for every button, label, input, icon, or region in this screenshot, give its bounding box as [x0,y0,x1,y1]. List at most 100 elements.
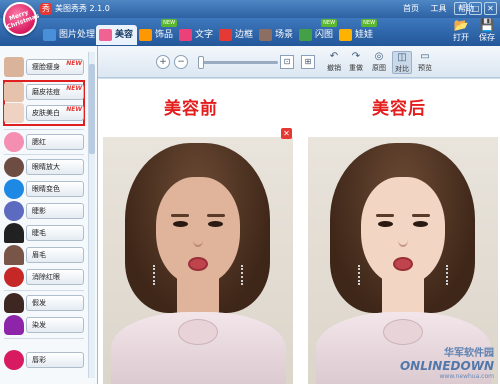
redo-button[interactable]: ↷ 重做 [346,51,366,73]
sidebar-item-label: 皮肤美白 [32,109,60,117]
folder-icon: 📂 [453,18,469,32]
divider [4,129,84,130]
zoom-out-button[interactable]: − [174,55,188,69]
close-button[interactable]: ✕ [484,2,497,15]
sidebar-item-red-eye[interactable]: 消除红眼 [4,267,84,287]
tab-label: 饰品 [155,30,174,40]
sidebar-button[interactable]: 睫影 [26,203,84,219]
actual-size-button[interactable]: ⊞ [301,55,315,69]
compare-label: 对比 [395,65,409,73]
mouth [188,257,208,271]
new-tag: NEW [66,106,82,113]
maximize-button[interactable]: □ [469,2,482,15]
tab-frame[interactable]: 边框 [216,25,257,45]
menu-home[interactable]: 首页 [403,4,419,13]
hair-dye-icon [4,315,24,335]
preview-button[interactable]: ▭ 预览 [415,51,435,73]
divider [4,154,84,155]
watermark-en: ONLINEDOWN [399,359,494,373]
open-button[interactable]: 📂 打开 [448,18,474,43]
undo-label: 撤销 [327,64,341,72]
eye-color-icon [4,179,24,199]
sidebar-item-hair-dye[interactable]: 染发 [4,315,84,335]
tab-beauty[interactable]: 美容 [96,25,138,45]
window-controls: – □ ✕ [452,2,497,15]
sidebar-button[interactable]: 睫毛 [26,225,84,241]
close-compare-button[interactable]: ✕ [281,128,292,139]
sidebar-item-label: 睫毛 [32,229,46,237]
tab-accessories[interactable]: 饰品 NEW [136,19,178,45]
sidebar-item-label: 消除红眼 [32,273,60,281]
sidebar-item-label: 磨皮祛痘 [32,88,60,96]
sidebar-item-eyebrow[interactable]: 眉毛 [4,245,84,265]
sidebar-button[interactable]: 假发 [26,295,84,311]
sidebar-item-smooth-skin[interactable]: 磨皮祛痘 NEW [4,82,84,102]
lip-gloss-icon [4,350,24,370]
image-toolbar: + − ⊡ ⊞ ↶ 撤销 ↷ 重做 ◎ 原图 ◫ 对比 ▭ 预览 [98,46,500,78]
sidebar-button[interactable]: 腮红 [26,134,84,150]
sidebar-button[interactable]: 消除红眼 [26,269,84,285]
preview-label: 预览 [418,64,432,72]
zoom-in-button[interactable]: + [156,55,170,69]
tab-image-processing[interactable]: 图片处理 [40,25,99,45]
earring [358,265,363,285]
earring [446,265,451,285]
sidebar-item-lip-gloss[interactable]: 唇彩 [4,350,84,370]
earring [153,265,158,285]
save-icon: 💾 [479,18,495,32]
tab-flash[interactable]: 闪图 NEW [296,19,338,45]
eye-enlarge-icon [4,157,24,177]
sidebar-scrollbar[interactable] [88,52,95,378]
sidebar-item-label: 睫影 [32,207,46,215]
image-processing-icon [43,29,56,41]
sidebar-item-eye-color[interactable]: 眼睛变色 [4,179,84,199]
save-label: 保存 [479,33,495,42]
eye [173,221,188,227]
undo-button[interactable]: ↶ 撤销 [324,51,344,73]
zoom-slider[interactable] [200,61,278,64]
sidebar-item-eyelash[interactable]: 睫毛 [4,223,84,243]
app-title: 美图秀秀 2.1.0 [55,4,110,13]
minimize-button[interactable]: – [454,2,467,15]
original-button[interactable]: ◎ 原图 [369,51,389,73]
eyebrow [376,214,394,217]
save-button[interactable]: 💾 保存 [474,18,500,43]
sidebar-button[interactable]: 眼睛变色 [26,181,84,197]
scrollbar-thumb[interactable] [89,64,95,154]
sidebar-item-blush[interactable]: 腮红 [4,132,84,152]
compare-button[interactable]: ◫ 对比 [392,51,412,74]
nose [398,233,408,247]
smooth-skin-icon [4,82,24,102]
sidebar-button[interactable]: 眉毛 [26,247,84,263]
doll-icon [339,29,352,41]
sidebar-button[interactable]: 唇彩 [26,352,84,368]
preview-icon: ▭ [420,51,430,62]
watermark-url: www.newhua.com [439,373,494,380]
eyebrow [171,214,189,217]
accessories-icon [139,29,152,41]
undo-icon: ↶ [329,51,339,62]
compare-canvas: 美容前 美容后 ✕ 华军软件园 ONLINEDOWN www.newhua.co… [98,79,500,384]
tab-scene[interactable]: 场景 [256,25,297,45]
eyebrow [412,214,430,217]
new-tag: NEW [66,60,82,67]
menu-tools[interactable]: 工具 [431,4,447,13]
sidebar-item-eye-enlarge[interactable]: 眼睛放大 [4,157,84,177]
sidebar-item-label: 眼睛放大 [32,163,60,171]
fit-window-button[interactable]: ⊡ [280,55,294,69]
scene-icon [259,29,272,41]
zoom-slider-thumb[interactable] [198,56,204,69]
sidebar-item-label: 眉毛 [32,251,46,259]
sidebar-item-slim-face[interactable]: 瘦脸瘦身 NEW [4,57,84,77]
sidebar-button[interactable]: 眼睛放大 [26,159,84,175]
tab-text[interactable]: 文字 [176,25,217,45]
sidebar-item-label: 唇彩 [32,356,46,364]
sidebar-item-label: 染发 [32,321,46,329]
sidebar-button[interactable]: 染发 [26,317,84,333]
mouth [393,257,413,271]
sidebar-item-whiten-skin[interactable]: 皮肤美白 NEW [4,103,84,123]
sidebar-item-eye-shadow[interactable]: 睫影 [4,201,84,221]
tab-doll[interactable]: 娃娃 NEW [336,19,378,45]
before-label: 美容前 [164,99,218,119]
sidebar-item-wig[interactable]: 假发 [4,293,84,313]
